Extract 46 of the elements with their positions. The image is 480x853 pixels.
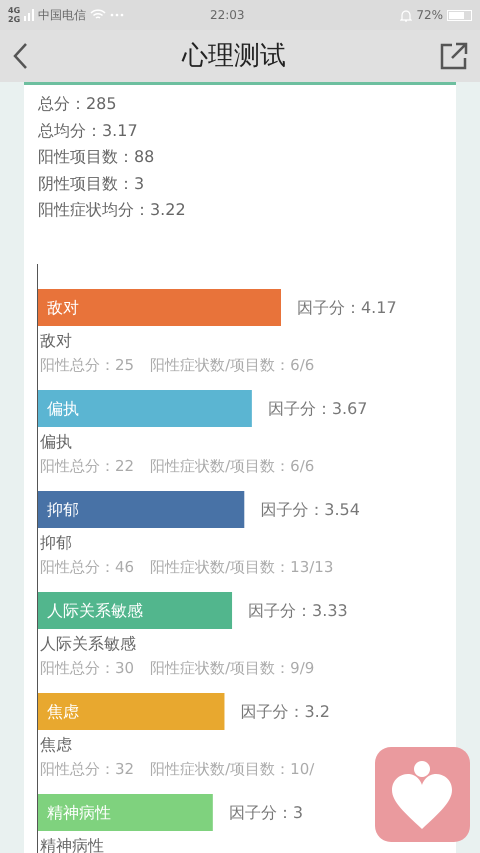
bar-label: 人际关系敏感 [47, 600, 143, 620]
bar-label: 敌对 [47, 298, 79, 316]
factor-score: 因子分：3.33 [248, 600, 348, 620]
carrier-name: 中国电信 [38, 7, 86, 24]
positive-total: 阳性总分：46 [40, 556, 134, 578]
summary-line: 总分：285 [37, 93, 118, 115]
positive-total: 阳性总分：25 [40, 354, 134, 376]
positive-total: 阳性总分：30 [40, 658, 134, 678]
factor-score: 因子分：3.2 [240, 702, 330, 720]
summary-line: 阴性项目数：3 [37, 172, 146, 194]
bar-label: 精神病性 [47, 802, 111, 822]
factor-name: 精神病性 [40, 834, 105, 853]
positive-total: 阳性总分：32 [40, 758, 134, 780]
summary-line: 阳性项目数：88 [37, 146, 156, 168]
factor-name: 抑郁 [40, 532, 73, 554]
symptom-ratio: 阳性症状数/项目数：9/9 [150, 658, 314, 678]
alarm-icon [400, 8, 412, 22]
factor-name: 焦虑 [40, 734, 73, 756]
symptom-ratio: 阳性症状数/项目数：6/6 [150, 354, 314, 376]
network-label: 2G [8, 15, 20, 24]
share-icon[interactable] [440, 42, 468, 70]
summary-line: 总均分：3.17 [37, 120, 139, 142]
battery-icon [447, 10, 472, 20]
bar-label: 抑郁 [47, 500, 79, 518]
symptom-ratio: 阳性症状数/项目数：10/ [150, 758, 314, 780]
back-icon[interactable] [12, 42, 28, 70]
battery-percent: 72% [416, 7, 443, 24]
factor-name: 人际关系敏感 [40, 632, 137, 654]
more-icon [110, 13, 124, 17]
bar-label: 偏执 [47, 398, 79, 418]
symptom-ratio: 阳性症状数/项目数：6/6 [150, 456, 314, 476]
symptom-ratio: 阳性症状数/项目数：13/13 [150, 556, 334, 578]
bar-label: 焦虑 [47, 702, 79, 720]
summary-line: 阳性症状均分：3.22 [37, 199, 187, 221]
factor-score: 因子分：3.67 [268, 398, 368, 418]
page-title: 心理测试 [182, 40, 286, 72]
factor-score: 因子分：3 [228, 802, 303, 822]
positive-total: 阳性总分：22 [40, 456, 134, 476]
factor-score: 因子分：3.54 [260, 500, 360, 518]
network-label: 4G [8, 6, 20, 15]
signal-icon [24, 9, 34, 21]
factor-name: 敌对 [40, 330, 73, 352]
factor-name: 偏执 [40, 430, 73, 452]
clock-time: 22:03 [208, 7, 246, 24]
wifi-icon [90, 9, 106, 21]
factor-score: 因子分：4.17 [297, 298, 397, 316]
